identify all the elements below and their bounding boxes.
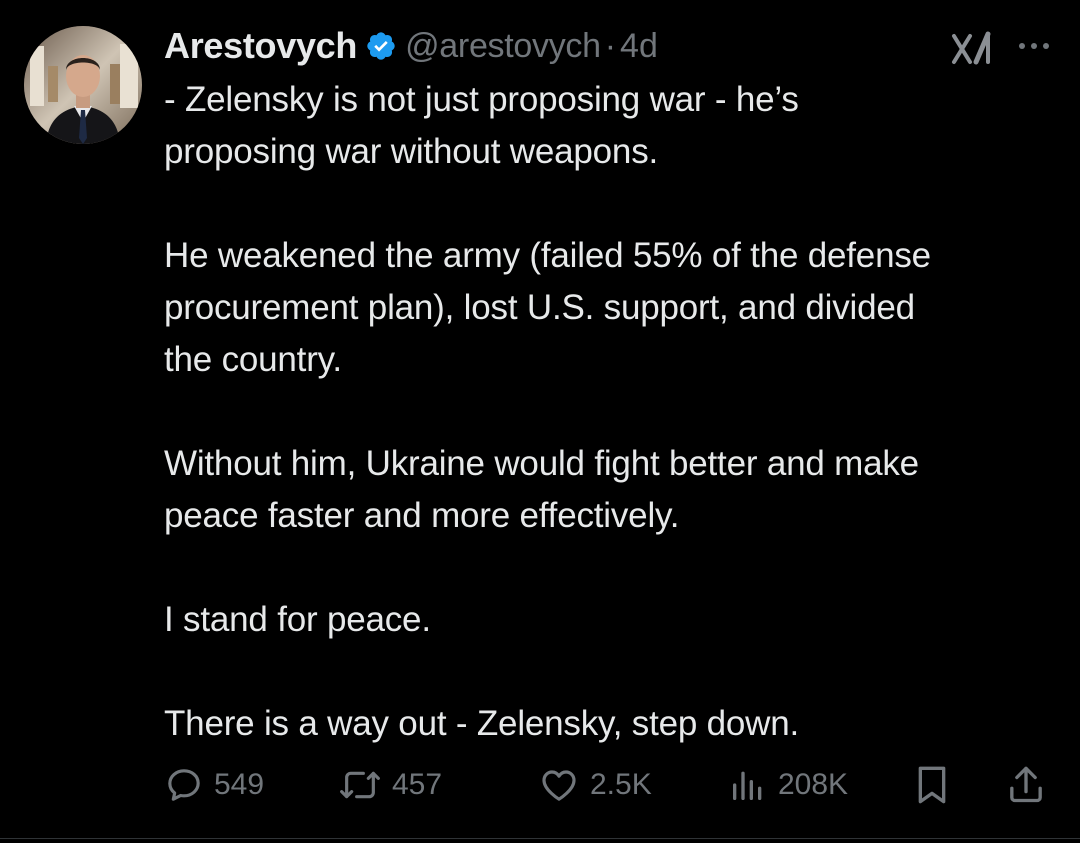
views-icon bbox=[733, 771, 762, 800]
views-count: 208K bbox=[778, 768, 849, 801]
bookmark-icon bbox=[918, 766, 946, 804]
reply-count: 549 bbox=[214, 768, 265, 801]
display-name[interactable]: Arestovych bbox=[164, 25, 357, 67]
bookmark-button[interactable] bbox=[912, 760, 952, 810]
tweet-paragraph: There is a way out - Zelensky, step down… bbox=[164, 704, 800, 743]
avatar-photo bbox=[24, 26, 142, 144]
like-icon bbox=[542, 770, 576, 801]
tweet-paragraph: I stand for peace. bbox=[164, 600, 431, 639]
separator-dot: · bbox=[604, 26, 617, 65]
verified-badge-icon bbox=[365, 30, 397, 62]
like-button[interactable]: 2.5K bbox=[538, 760, 652, 810]
tweet-paragraph: He weakened the army (failed 55% of the … bbox=[164, 236, 931, 379]
grok-icon[interactable] bbox=[948, 28, 996, 70]
share-icon bbox=[1010, 766, 1042, 803]
tweet-paragraph: Without him, Ukraine would fight better … bbox=[164, 444, 919, 535]
repost-count: 457 bbox=[392, 768, 443, 801]
avatar[interactable] bbox=[24, 26, 142, 144]
repost-icon bbox=[340, 771, 380, 799]
more-icon[interactable] bbox=[1014, 36, 1054, 56]
action-bar: 549 457 2.5K 208K bbox=[164, 760, 1064, 810]
views-button[interactable]: 208K bbox=[728, 760, 848, 810]
tweet-card: Arestovych @arestovych · 4d - Zelensky i… bbox=[0, 0, 1080, 843]
timestamp[interactable]: 4d bbox=[620, 27, 658, 66]
like-count: 2.5K bbox=[590, 768, 652, 801]
divider bbox=[0, 838, 1080, 839]
reply-button[interactable]: 549 bbox=[164, 760, 264, 810]
tweet-header: Arestovych @arestovych · 4d bbox=[164, 24, 658, 68]
tweet-text: - Zelensky is not just proposing war - h… bbox=[164, 74, 1064, 750]
tweet-paragraph: - Zelensky is not just proposing war - h… bbox=[164, 80, 799, 171]
share-button[interactable] bbox=[1006, 760, 1046, 810]
handle[interactable]: @arestovych bbox=[405, 27, 601, 66]
reply-icon bbox=[168, 769, 200, 801]
repost-button[interactable]: 457 bbox=[338, 760, 442, 810]
